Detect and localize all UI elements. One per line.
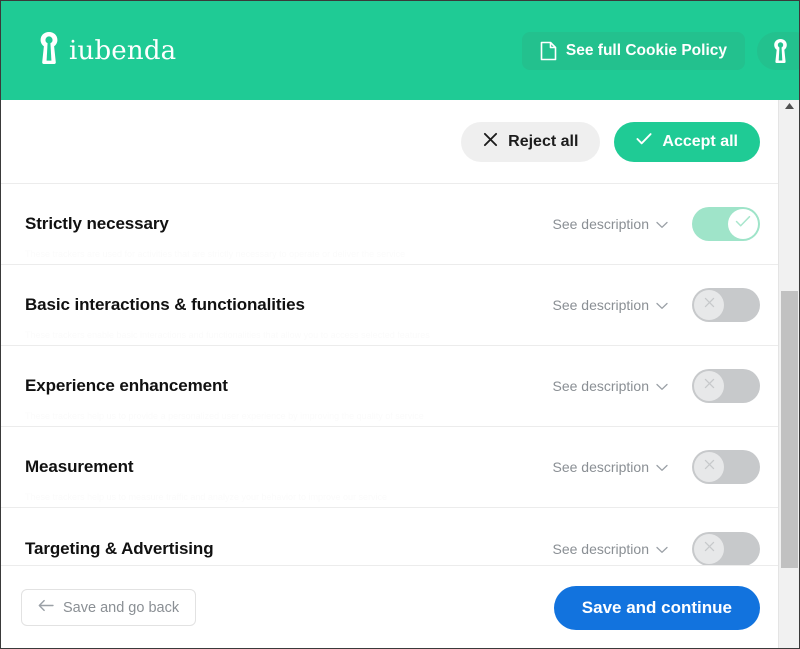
category-toggle[interactable] <box>692 450 760 484</box>
category-description-ghost: These trackers are used for activities t… <box>25 250 406 259</box>
see-description-label: See description <box>552 216 649 232</box>
iubenda-badge-button[interactable] <box>757 31 799 70</box>
see-description-toggle[interactable]: See description <box>552 541 668 557</box>
chevron-down-icon <box>656 378 668 394</box>
toggle-knob <box>694 452 724 482</box>
category-title: Measurement <box>25 457 134 476</box>
see-description-label: See description <box>552 459 649 475</box>
category-title: Strictly necessary <box>25 214 169 233</box>
close-x-icon <box>703 296 716 314</box>
see-description-label: See description <box>552 540 649 557</box>
save-and-go-back-label: Save and go back <box>63 599 180 616</box>
accept-all-button[interactable]: Accept all <box>614 121 760 162</box>
category-description-ghost: These trackers help us to measure traffi… <box>25 493 388 502</box>
toggle-knob <box>728 209 758 239</box>
brand-name: iubenda <box>69 35 177 66</box>
category-title: Basic interactions & functionalities <box>25 295 305 314</box>
see-description-label: See description <box>552 378 649 394</box>
category-list: Strictly necessary See description These… <box>1 184 778 589</box>
see-description-toggle[interactable]: See description <box>552 216 668 232</box>
category-description-ghost: These trackers help us to provide a pers… <box>25 412 424 421</box>
see-description-toggle[interactable]: See description <box>552 459 668 475</box>
vertical-scrollbar[interactable] <box>778 100 799 648</box>
footer-bar: Save and go back Save and continue <box>1 565 778 648</box>
chevron-down-icon <box>656 216 668 232</box>
keyhole-icon <box>39 31 59 70</box>
scroll-up-arrow-icon[interactable] <box>779 102 799 110</box>
toggle-knob <box>694 371 724 401</box>
reject-all-button[interactable]: Reject all <box>461 121 601 162</box>
global-actions-bar: Reject all Accept all <box>1 100 778 184</box>
close-x-icon <box>483 132 498 152</box>
toggle-knob <box>694 533 724 564</box>
cookie-preferences-window: iubenda See full Cookie Policy Reject al… <box>0 0 800 649</box>
save-and-continue-button[interactable]: Save and continue <box>553 585 760 630</box>
close-x-icon <box>703 540 716 558</box>
see-full-cookie-policy-button[interactable]: See full Cookie Policy <box>521 31 745 70</box>
category-toggle[interactable] <box>692 531 760 566</box>
see-description-toggle[interactable]: See description <box>552 378 668 394</box>
see-description-label: See description <box>552 297 649 313</box>
category-row: Experience enhancement See description T… <box>1 346 778 427</box>
see-full-cookie-policy-label: See full Cookie Policy <box>565 41 727 59</box>
keyhole-icon <box>773 38 788 64</box>
header-bar: iubenda See full Cookie Policy <box>1 1 799 100</box>
category-title: Experience enhancement <box>25 376 228 395</box>
category-toggle[interactable] <box>692 207 760 241</box>
reject-all-label: Reject all <box>508 132 579 150</box>
accept-all-label: Accept all <box>662 132 738 150</box>
document-icon <box>540 41 557 61</box>
scrollbar-thumb[interactable] <box>781 291 798 568</box>
toggle-knob <box>694 290 724 320</box>
category-row: Measurement See description These tracke… <box>1 427 778 508</box>
chevron-down-icon <box>656 541 668 557</box>
preferences-panel: Reject all Accept all Strictly necessary… <box>1 100 778 648</box>
chevron-down-icon <box>656 459 668 475</box>
header-actions: See full Cookie Policy <box>521 31 799 70</box>
close-x-icon <box>703 458 716 476</box>
check-icon <box>636 132 652 151</box>
category-toggle[interactable] <box>692 288 760 322</box>
arrow-left-icon <box>38 599 54 616</box>
category-toggle[interactable] <box>692 369 760 403</box>
close-x-icon <box>703 377 716 395</box>
category-description-ghost: These trackers enable basic interactions… <box>25 331 430 340</box>
category-row: Basic interactions & functionalities See… <box>1 265 778 346</box>
category-row: Strictly necessary See description These… <box>1 184 778 265</box>
chevron-down-icon <box>656 297 668 313</box>
category-title: Targeting & Advertising <box>25 538 214 558</box>
save-and-go-back-button[interactable]: Save and go back <box>21 589 197 626</box>
brand: iubenda <box>39 31 176 70</box>
see-description-toggle[interactable]: See description <box>552 297 668 313</box>
check-icon <box>735 215 751 233</box>
